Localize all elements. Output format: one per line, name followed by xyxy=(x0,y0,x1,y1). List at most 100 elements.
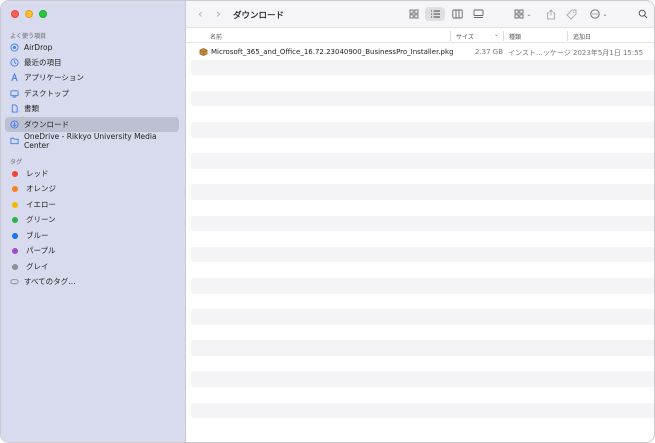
folder-icon xyxy=(10,136,19,145)
tag-color-dot xyxy=(12,185,18,192)
tag-color-dot xyxy=(12,201,18,208)
empty-row xyxy=(191,121,654,138)
minimize-button[interactable] xyxy=(25,10,33,18)
gallery-icon xyxy=(473,9,483,18)
empty-row xyxy=(191,277,654,294)
sidebar: よく使う項目 AirDrop 最近の項目 アプリケーション デスクトップ 書類 … xyxy=(1,1,186,442)
empty-row xyxy=(191,325,654,341)
share-button[interactable] xyxy=(542,7,560,21)
gallery-view-button[interactable] xyxy=(469,7,487,21)
back-button[interactable]: ‹ xyxy=(198,7,203,21)
sidebar-tag-all[interactable]: すべてのタグ… xyxy=(5,274,179,289)
column-divider[interactable] xyxy=(450,31,451,41)
sidebar-item-label: OneDrive - Rikkyo University Media Cente… xyxy=(24,131,157,150)
sidebar-item-label: ブルー xyxy=(26,231,49,240)
sidebar-item-label: イエロー xyxy=(26,200,56,209)
sidebar-item-label: AirDrop xyxy=(24,43,53,52)
empty-row xyxy=(191,153,654,169)
close-button[interactable] xyxy=(11,10,19,18)
sidebar-tag-blue[interactable]: ブルー xyxy=(5,228,179,243)
empty-row xyxy=(191,90,654,107)
column-header-name[interactable]: 名前 xyxy=(210,32,222,41)
sidebar-item-label: グリーン xyxy=(26,215,56,224)
tag-color-dot xyxy=(12,232,18,239)
empty-row xyxy=(191,59,654,76)
search-icon xyxy=(638,9,648,19)
sidebar-item-recents[interactable]: 最近の項目 xyxy=(5,55,179,70)
sidebar-item-label: ダウンロード xyxy=(24,120,69,129)
sidebar-item-downloads[interactable]: ダウンロード xyxy=(5,117,179,132)
desktop-icon xyxy=(10,89,19,98)
group-button[interactable]: ⌄ xyxy=(511,7,535,21)
more-actions-button[interactable]: ⌄ xyxy=(587,7,611,21)
sidebar-item-label: 最近の項目 xyxy=(24,58,62,67)
empty-row xyxy=(191,309,654,325)
sidebar-tag-gray[interactable]: グレイ xyxy=(5,259,179,274)
tag-color-dot xyxy=(12,263,18,270)
search-button[interactable] xyxy=(634,7,652,21)
sidebar-tag-orange[interactable]: オレンジ xyxy=(5,181,179,196)
ellipsis-circle-icon xyxy=(590,9,601,19)
airdrop-icon xyxy=(10,43,19,52)
file-row[interactable]: Microsoft_365_and_Office_16.72.23040900_… xyxy=(191,44,654,60)
sidebar-item-label: 書類 xyxy=(24,104,39,113)
column-view-button[interactable] xyxy=(448,7,466,21)
sidebar-tag-yellow[interactable]: イエロー xyxy=(5,197,179,212)
file-date-added: 2023年5月1日 15:55 xyxy=(573,49,644,57)
empty-row xyxy=(191,371,654,388)
sidebar-item-label: すべてのタグ… xyxy=(24,277,76,286)
document-icon xyxy=(10,104,19,113)
empty-row xyxy=(191,231,654,247)
sidebar-tag-red[interactable]: レッド xyxy=(5,166,179,181)
clock-icon xyxy=(10,58,19,67)
chevron-down-icon: ⌄ xyxy=(602,10,608,18)
group-icon xyxy=(515,9,524,19)
sidebar-item-desktop[interactable]: デスクトップ xyxy=(5,86,179,101)
tag-button[interactable] xyxy=(562,7,580,21)
sidebar-item-label: グレイ xyxy=(26,262,49,271)
chevron-down-icon: ⌄ xyxy=(494,31,500,38)
list-view-button[interactable] xyxy=(425,7,445,21)
tag-icon xyxy=(10,277,19,286)
sidebar-tag-green[interactable]: グリーン xyxy=(5,212,179,227)
empty-row xyxy=(191,169,654,185)
forward-button[interactable]: › xyxy=(216,7,221,21)
file-name: Microsoft_365_and_Office_16.72.23040900_… xyxy=(211,48,454,56)
sidebar-tag-purple[interactable]: パープル xyxy=(5,243,179,258)
sidebar-item-onedrive[interactable]: OneDrive - Rikkyo University Media Cente… xyxy=(5,131,179,150)
column-divider[interactable] xyxy=(567,31,568,41)
chevron-left-icon: ‹ xyxy=(198,7,203,21)
sidebar-item-label: レッド xyxy=(26,169,49,178)
sidebar-item-label: パープル xyxy=(26,246,56,255)
empty-row xyxy=(191,106,654,122)
tags-section-title: タグ xyxy=(10,159,23,166)
chevron-right-icon: › xyxy=(216,7,221,21)
empty-row xyxy=(191,138,654,154)
sidebar-item-airdrop[interactable]: AirDrop xyxy=(5,40,179,55)
file-kind: インスト…ッケージ xyxy=(508,49,571,57)
column-header-date-added[interactable]: 追加日 xyxy=(573,32,591,41)
zoom-button[interactable] xyxy=(39,10,47,18)
tag-color-dot xyxy=(12,247,18,254)
icon-view-button[interactable] xyxy=(405,7,423,21)
main-pane: ‹ › ダウンロード ⌄ ⌄ 名前 サイズ ⌄ 種類 追加日 Microsoft… xyxy=(186,1,654,442)
empty-row xyxy=(191,246,654,263)
tag-icon xyxy=(565,9,576,20)
empty-row xyxy=(191,387,654,403)
empty-row xyxy=(191,215,654,232)
empty-row xyxy=(191,402,654,419)
column-header-kind[interactable]: 種類 xyxy=(509,32,521,41)
empty-row xyxy=(191,75,654,91)
favorites-section-title: よく使う項目 xyxy=(10,33,47,40)
sidebar-item-documents[interactable]: 書類 xyxy=(5,101,179,116)
column-header-size[interactable]: サイズ xyxy=(456,32,474,41)
column-divider[interactable] xyxy=(503,31,504,41)
grid-icon xyxy=(409,9,419,19)
empty-row xyxy=(191,340,654,356)
empty-row xyxy=(191,356,654,372)
sidebar-item-applications[interactable]: アプリケーション xyxy=(5,70,179,85)
share-icon xyxy=(547,8,555,19)
download-icon xyxy=(10,120,19,129)
columns-icon xyxy=(451,9,463,19)
sidebar-item-label: デスクトップ xyxy=(24,89,69,98)
